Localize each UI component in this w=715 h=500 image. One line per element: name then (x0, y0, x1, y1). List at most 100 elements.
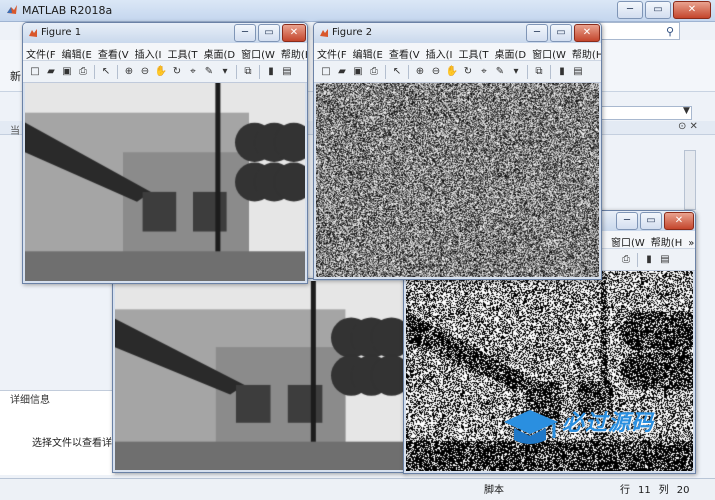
figure-1-restore-button[interactable]: ▭ (258, 24, 280, 42)
figure-1-axes[interactable] (25, 83, 305, 281)
print-icon[interactable]: ⎙ (367, 65, 381, 79)
menu-window[interactable]: 窗口(W (608, 231, 648, 248)
col-value: 20 (676, 485, 690, 496)
figure-icon (320, 29, 328, 37)
menu-tools[interactable]: 工具(T (165, 43, 201, 60)
figure-2-close-button[interactable]: ✕ (574, 24, 600, 42)
status-bar (0, 478, 715, 500)
search-icon[interactable]: ⚲ (666, 25, 674, 38)
figure-4-restore-button[interactable]: ▭ (640, 212, 662, 230)
figure-window-1[interactable]: Figure 1 ─ ▭ ✕ 文件(F 编辑(E 查看(V 插入(I 工具(T 桌面(D 窗… (22, 22, 308, 284)
figure-1-menubar: 文件(F编辑(E查看(V插入(I工具(T桌面(D窗口(W帮助(H» (23, 43, 307, 61)
figure-1-toolbar: □ ▰ ▣ ⎙ ↖ ⊕ ⊖ ✋ ↻ ⌖ ✎ ▾ ⧉ ▮ ▤ (23, 61, 307, 83)
save-icon[interactable]: ▣ (351, 65, 365, 79)
image-display-grayscale-denoised (115, 281, 403, 470)
menu-overflow[interactable]: » (685, 235, 695, 248)
current-folder-address-field[interactable] (600, 106, 692, 120)
main-window-title: MATLAB R2018a (22, 4, 113, 17)
menu-help[interactable]: 帮助(H (278, 43, 307, 60)
data-cursor-icon[interactable]: ⌖ (186, 65, 200, 79)
zoom-out-icon[interactable]: ⊖ (138, 65, 152, 79)
pan-hand-icon[interactable]: ✋ (445, 65, 459, 79)
status-cursor-position: 行 11 列 20 (620, 481, 697, 496)
figure-3-axes[interactable] (115, 281, 403, 470)
main-restore-button[interactable]: ▭ (645, 1, 671, 19)
rotate-3d-icon[interactable]: ↻ (170, 65, 184, 79)
open-file-icon[interactable]: ▰ (335, 65, 349, 79)
menu-edit[interactable]: 编辑(E (59, 43, 95, 60)
watermark-text: 必过源码 (562, 411, 655, 436)
col-label: 列 (658, 485, 669, 496)
open-file-icon[interactable]: ▰ (44, 65, 58, 79)
chevron-down-icon[interactable]: ▾ (509, 65, 523, 79)
menu-help[interactable]: 帮助(H (569, 43, 601, 60)
row-label: 行 (620, 485, 630, 496)
figure-4-close-button[interactable]: ✕ (664, 212, 694, 230)
print-icon[interactable]: ⎙ (619, 253, 633, 267)
menu-edit[interactable]: 编辑(E (350, 43, 386, 60)
data-cursor-icon[interactable]: ⌖ (477, 65, 491, 79)
figure-1-close-button[interactable]: ✕ (282, 24, 306, 42)
colorbar-icon[interactable]: ▮ (264, 65, 278, 79)
brush-icon[interactable]: ✎ (493, 65, 507, 79)
chevron-down-icon[interactable]: ▼ (683, 106, 690, 116)
rotate-3d-icon[interactable]: ↻ (461, 65, 475, 79)
figure-2-axes[interactable] (316, 83, 599, 277)
menu-insert[interactable]: 插入(I (132, 43, 165, 60)
toolbar-separator (637, 253, 638, 267)
figure-2-minimize-button[interactable]: ─ (526, 24, 548, 42)
chevron-down-icon[interactable]: ▾ (218, 65, 232, 79)
details-panel-title: 详细信息 (10, 395, 50, 406)
panel-controls[interactable]: ⊙ ✕ (678, 121, 698, 132)
image-display-original-grayscale (25, 83, 305, 281)
main-close-button[interactable]: ✕ (673, 1, 711, 19)
menu-tools[interactable]: 工具(T (456, 43, 492, 60)
toolbar-separator (385, 65, 386, 79)
edit-plot-arrow-icon[interactable]: ↖ (99, 65, 113, 79)
brush-icon[interactable]: ✎ (202, 65, 216, 79)
main-minimize-button[interactable]: ─ (617, 1, 643, 19)
link-plot-icon[interactable]: ⧉ (241, 65, 255, 79)
zoom-in-icon[interactable]: ⊕ (413, 65, 427, 79)
pan-hand-icon[interactable]: ✋ (154, 65, 168, 79)
figure-2-restore-button[interactable]: ▭ (550, 24, 572, 42)
menu-view[interactable]: 查看(V (95, 43, 132, 60)
menu-view[interactable]: 查看(V (386, 43, 423, 60)
menu-insert[interactable]: 插入(I (423, 43, 456, 60)
toolbar-separator (408, 65, 409, 79)
status-mode: 脚本 (484, 485, 504, 496)
menu-desktop[interactable]: 桌面(D (201, 43, 239, 60)
vertical-scrollbar[interactable] (684, 150, 696, 210)
new-figure-icon[interactable]: □ (28, 65, 42, 79)
edit-plot-arrow-icon[interactable]: ↖ (390, 65, 404, 79)
menu-window[interactable]: 窗口(W (238, 43, 278, 60)
figure-window-3[interactable] (112, 278, 406, 473)
figure-icon (29, 29, 37, 37)
legend-icon[interactable]: ▤ (280, 65, 294, 79)
figure-1-minimize-button[interactable]: ─ (234, 24, 256, 42)
menu-file[interactable]: 文件(F (23, 43, 59, 60)
menu-desktop[interactable]: 桌面(D (492, 43, 530, 60)
new-figure-icon[interactable]: □ (319, 65, 333, 79)
graduation-cap-logo-icon (504, 410, 558, 444)
toolstrip-label-fragment[interactable]: 新 (10, 68, 21, 84)
colorbar-icon[interactable]: ▮ (555, 65, 569, 79)
image-display-random-noise (316, 83, 599, 277)
figure-2-toolbar: □ ▰ ▣ ⎙ ↖ ⊕ ⊖ ✋ ↻ ⌖ ✎ ▾ ⧉ ▮ ▤ (314, 61, 601, 83)
legend-icon[interactable]: ▤ (571, 65, 585, 79)
menu-file[interactable]: 文件(F (314, 43, 350, 60)
legend-icon[interactable]: ▤ (658, 253, 672, 267)
figure-4-minimize-button[interactable]: ─ (616, 212, 638, 230)
link-plot-icon[interactable]: ⧉ (532, 65, 546, 79)
zoom-out-icon[interactable]: ⊖ (429, 65, 443, 79)
toolbar-separator (550, 65, 551, 79)
save-icon[interactable]: ▣ (60, 65, 74, 79)
menu-help[interactable]: 帮助(H (648, 231, 685, 248)
matlab-logo-icon (7, 5, 17, 14)
colorbar-icon[interactable]: ▮ (642, 253, 656, 267)
details-placeholder-text: 选择文件以查看详细 (32, 438, 114, 449)
figure-window-2[interactable]: Figure 2 ─ ▭ ✕ 文件(F 编辑(E 查看(V 插入(I 工具(T 桌面(D 窗… (313, 22, 602, 280)
print-icon[interactable]: ⎙ (76, 65, 90, 79)
menu-window[interactable]: 窗口(W (529, 43, 569, 60)
zoom-in-icon[interactable]: ⊕ (122, 65, 136, 79)
